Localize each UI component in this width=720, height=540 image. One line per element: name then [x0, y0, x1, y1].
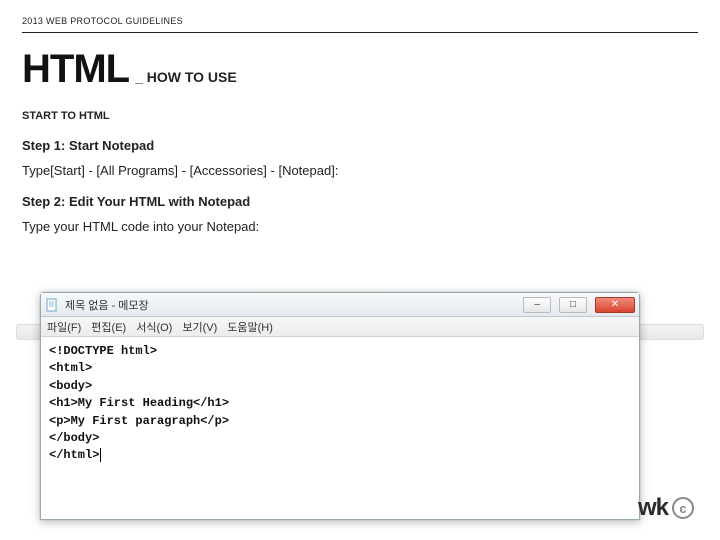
menu-format[interactable]: 서식(O): [136, 319, 172, 335]
logo-text: wk: [638, 494, 668, 522]
maximize-button[interactable]: □: [559, 297, 587, 313]
page-title-sub: _ HOW TO USE: [135, 69, 237, 85]
notepad-window: 제목 없음 - 메모장 – □ ✕ 파일(F) 편집(E) 서식(O) 보기(V…: [40, 292, 640, 520]
step2-body: Type your HTML code into your Notepad:: [22, 219, 698, 234]
header-rule: [22, 32, 698, 33]
step1-title: Step 1: Start Notepad: [22, 138, 698, 153]
notepad-app-icon: [45, 298, 59, 312]
step1-body: Type[Start] - [All Programs] - [Accessor…: [22, 163, 698, 178]
notepad-titlebar[interactable]: 제목 없음 - 메모장 – □ ✕: [41, 293, 639, 317]
notepad-menubar: 파일(F) 편집(E) 서식(O) 보기(V) 도움말(H): [41, 317, 639, 337]
notepad-text-area[interactable]: <!DOCTYPE html> <html> <body> <h1>My Fir…: [41, 337, 639, 519]
header-topline: 2013 WEB PROTOCOL GUIDELINES: [22, 16, 698, 26]
menu-view[interactable]: 보기(V): [182, 319, 217, 335]
footer-logo: wk c: [638, 494, 694, 522]
minimize-button[interactable]: –: [523, 297, 551, 313]
close-button[interactable]: ✕: [595, 297, 635, 313]
menu-edit[interactable]: 편집(E): [91, 319, 126, 335]
logo-mark-icon: c: [672, 497, 694, 519]
code-line: </body>: [49, 430, 631, 447]
page-title-main: HTML: [22, 47, 129, 92]
menu-file[interactable]: 파일(F): [47, 319, 81, 335]
step2-title: Step 2: Edit Your HTML with Notepad: [22, 194, 698, 209]
text-caret-icon: [100, 448, 101, 462]
menu-help[interactable]: 도움말(H): [227, 319, 273, 335]
notepad-window-title: 제목 없음 - 메모장: [65, 297, 515, 313]
code-line: <html>: [49, 360, 631, 377]
code-line: <!DOCTYPE html>: [49, 343, 631, 360]
code-line: <p>My First paragraph</p>: [49, 413, 631, 430]
code-line: <body>: [49, 378, 631, 395]
code-line: <h1>My First Heading</h1>: [49, 395, 631, 412]
page-title-row: HTML _ HOW TO USE: [22, 47, 698, 92]
code-line: </html>: [49, 447, 631, 464]
section-label: START TO HTML: [22, 110, 698, 122]
